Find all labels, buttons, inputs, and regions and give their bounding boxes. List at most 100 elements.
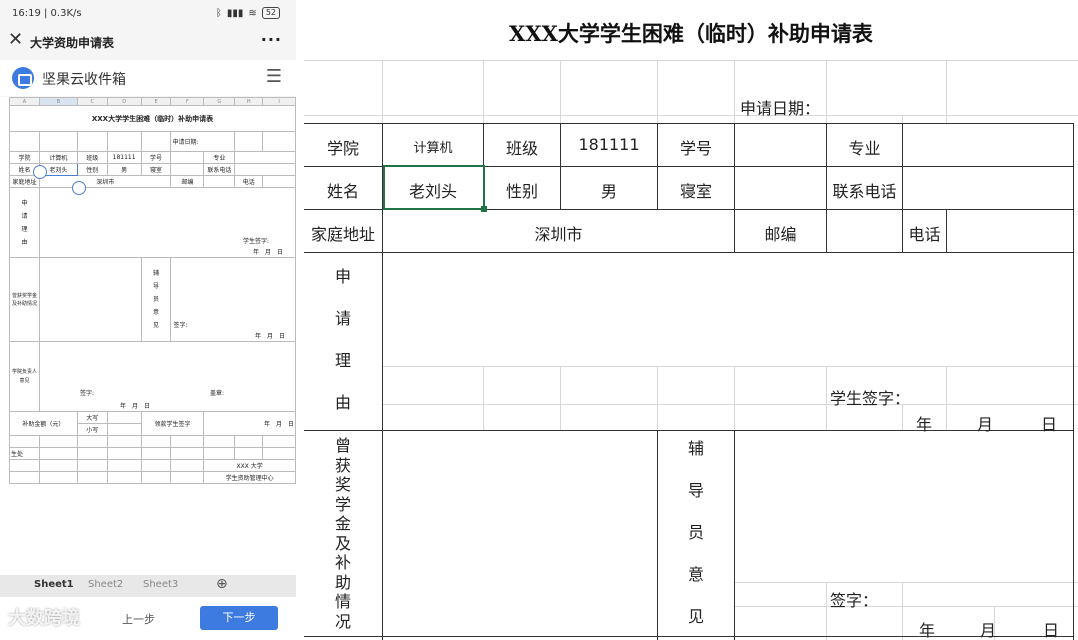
mini-cell[interactable]: 年 月 日 [203, 411, 296, 436]
title-bar: ✕ 大学资助申请表 ··· [0, 26, 296, 58]
phone-panel: 16:19 | 0.3K/s ᛒ ▮▮▮ ≋ 52 ✕ 大学资助申请表 ··· … [0, 0, 296, 640]
major-label: 专业 [848, 139, 881, 158]
mini-cell[interactable] [262, 175, 296, 188]
mini-counselor-label: 辅 导 员 意 见 [140, 257, 172, 342]
mini-cell[interactable] [234, 163, 296, 176]
mini-grid[interactable]: A B C D E F G H I XXX大学学生困难（临时）补助申请表 申请日… [9, 97, 296, 484]
year-label: 年 [919, 621, 936, 640]
mini-cell[interactable]: 深圳市 [38, 175, 172, 188]
counselor-label: 辅 导 员 意 见 [658, 428, 734, 638]
mini-cell: 小写 [76, 423, 108, 436]
mini-reason: 申 请 理 由 [9, 187, 40, 258]
reason-char: 请 [334, 309, 351, 328]
mini-center: 学生资助管理中心 [203, 471, 296, 484]
form-title: XXX大学学生困难（临时）补助申请表 [509, 21, 873, 46]
mini-cell: 生处 [9, 447, 40, 460]
col-header[interactable]: F [170, 97, 205, 106]
mini-cell[interactable]: 计算机 [38, 151, 78, 164]
mini-cell[interactable]: 邮编 [170, 175, 205, 188]
gridline [826, 366, 827, 430]
col-header[interactable]: A [9, 97, 40, 106]
col-header[interactable]: E [140, 97, 172, 106]
mini-date: 年 月 日 [263, 421, 294, 428]
mini-cell[interactable]: 性别 [76, 163, 108, 176]
mini-char: 理 [21, 225, 28, 233]
gridline [734, 582, 1078, 583]
reason-label: 申 请 理 由 [304, 256, 382, 424]
class-value[interactable]: 181111 [561, 135, 657, 154]
signal-icon: ▮▮▮ [226, 7, 244, 19]
day-label: 日 [1041, 415, 1058, 434]
mini-cell[interactable]: 电话 [234, 175, 264, 188]
college-value[interactable]: 计算机 [383, 137, 483, 156]
tab-sheet3[interactable]: Sheet3 [143, 579, 178, 590]
selected-cell[interactable] [383, 165, 487, 212]
zip-label: 邮编 [764, 225, 797, 244]
status-icons: ᛒ ▮▮▮ ≋ 52 [216, 7, 280, 19]
mini-awards-area[interactable] [38, 257, 142, 342]
gridline [560, 366, 561, 430]
prev-step-button[interactable]: 上一步 [122, 611, 155, 627]
mini-spreadsheet[interactable]: A B C D E F G H I XXX大学学生困难（临时）补助申请表 申请日… [0, 97, 296, 575]
reason-char: 由 [334, 393, 351, 412]
mini-cell[interactable]: 男 [106, 163, 142, 176]
gridline [734, 606, 1078, 607]
mini-stamp: 盖章: [209, 390, 224, 397]
mini-cell[interactable] [203, 175, 236, 188]
phone-label: 联系电话 [832, 182, 897, 201]
mini-title: XXX大学学生困难（临时）补助申请表 [9, 105, 296, 132]
mini-char: 意 [153, 309, 160, 316]
watermark: 大数跨境 [8, 608, 80, 629]
tab-sheet1[interactable]: Sheet1 [34, 579, 74, 590]
next-step-button[interactable]: 下一步 [200, 606, 278, 630]
col-header[interactable]: I [262, 97, 296, 106]
col-header[interactable]: B [38, 97, 78, 106]
border [902, 123, 903, 209]
hamburger-menu-icon[interactable]: ☰ [266, 66, 282, 87]
mini-cell[interactable]: 学号 [140, 151, 172, 164]
spreadsheet-view[interactable]: XXX大学学生困难（临时）补助申请表 申请日期： 学院 计算机 班级 18111… [304, 0, 1078, 640]
address-label: 家庭地址 [310, 225, 375, 244]
col-header[interactable]: D [106, 97, 142, 106]
awards-char: 曾 [334, 436, 351, 455]
dorm-label: 寝室 [679, 182, 712, 201]
mini-cell[interactable]: 专业 [203, 151, 236, 164]
mini-cell[interactable] [170, 151, 205, 164]
counselor-sign-label: 签字： [830, 591, 879, 610]
name-label: 姓名 [326, 182, 359, 201]
col-header[interactable]: G [203, 97, 236, 106]
mini-char: 申 [21, 199, 28, 207]
awards-char: 情 [334, 592, 351, 611]
mini-cell[interactable]: 181111 [106, 151, 142, 164]
mini-reason-area[interactable]: 学生签字: 年 月 日 [38, 187, 296, 258]
close-icon[interactable]: ✕ [8, 30, 23, 50]
add-sheet-icon[interactable]: ⊕ [216, 576, 228, 592]
tab-sheet2[interactable]: Sheet2 [88, 579, 123, 590]
status-bar: 16:19 | 0.3K/s ᛒ ▮▮▮ ≋ 52 [0, 0, 296, 26]
sheet-tab-bar: Sheet1 Sheet2 Sheet3 ⊕ [0, 575, 296, 597]
mini-cell[interactable] [170, 163, 205, 176]
selection-handle-end[interactable] [72, 181, 86, 195]
mini-char: 见 [153, 322, 160, 329]
mini-college-area[interactable]: 签字: 盖章: 年 月 日 [38, 341, 296, 412]
mini-cell[interactable]: 联系电话 [203, 163, 236, 176]
col-header[interactable]: H [234, 97, 264, 106]
app-logo-icon [12, 67, 34, 89]
mini-date: 年 月 日 [119, 403, 150, 410]
mini-char: 请 [21, 212, 28, 220]
selection-handle-start[interactable] [33, 165, 47, 179]
mini-cell[interactable]: 寝室 [140, 163, 172, 176]
gender-value[interactable]: 男 [561, 178, 657, 202]
mini-counselor-area[interactable]: 签字: 年 月 日 [170, 257, 296, 342]
mini-apply-date: 申请日期: [170, 131, 236, 152]
counselor-char: 导 [687, 481, 704, 500]
mini-cell[interactable]: 班级 [76, 151, 108, 164]
tel-label: 电话 [908, 225, 941, 244]
address-value[interactable]: 深圳市 [383, 221, 734, 245]
col-header[interactable]: C [76, 97, 108, 106]
mini-cell[interactable] [234, 151, 296, 164]
gridline [304, 60, 1078, 61]
mini-cell[interactable]: 学院 [9, 151, 40, 164]
gridline [483, 366, 484, 430]
more-options-icon[interactable]: ··· [261, 30, 282, 49]
